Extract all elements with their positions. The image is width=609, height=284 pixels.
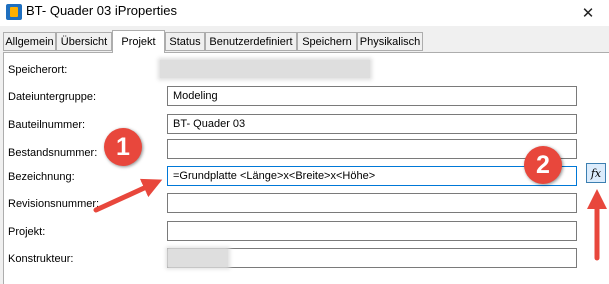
annotation-badge-2: 2 <box>524 146 562 184</box>
annotation-badge-1: 1 <box>104 128 142 166</box>
annotation-arrows <box>93 178 607 261</box>
annotation-arrow-1 <box>93 178 163 213</box>
